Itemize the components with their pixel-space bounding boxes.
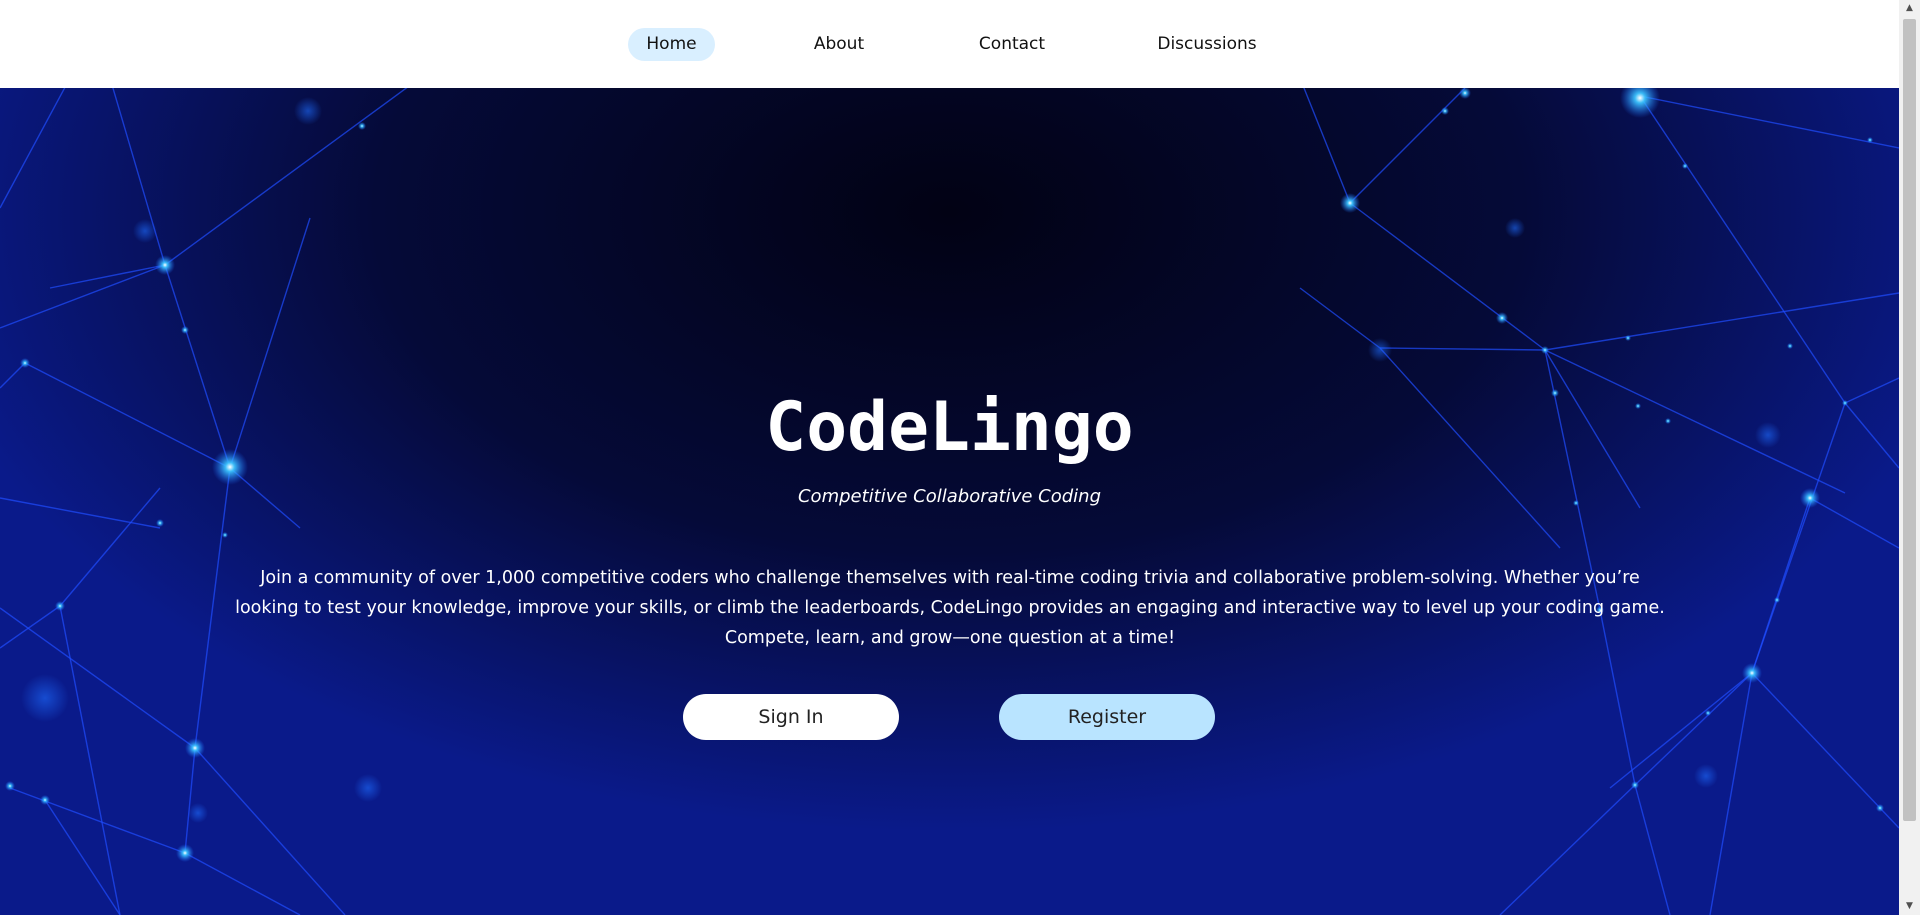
- scroll-up-arrow-icon[interactable]: ▲: [1899, 0, 1920, 17]
- top-navbar: Home About Contact Discussions: [0, 0, 1899, 88]
- scroll-down-arrow-icon[interactable]: ▼: [1899, 898, 1920, 915]
- hero-content: CodeLingo Competitive Collaborative Codi…: [0, 88, 1899, 915]
- nav-discussions-link[interactable]: Discussions: [1151, 28, 1263, 61]
- sign-in-button[interactable]: Sign In: [683, 694, 899, 740]
- nav-contact-link[interactable]: Contact: [967, 28, 1057, 61]
- app-title: CodeLingo: [765, 388, 1134, 467]
- hero-section: CodeLingo Competitive Collaborative Codi…: [0, 88, 1899, 915]
- register-button[interactable]: Register: [999, 694, 1215, 740]
- nav-about-link[interactable]: About: [800, 28, 878, 61]
- app-subtitle: Competitive Collaborative Coding: [797, 486, 1101, 507]
- vertical-scrollbar[interactable]: ▲ ▼: [1899, 0, 1920, 915]
- app-description: Join a community of over 1,000 competiti…: [235, 568, 1665, 648]
- nav-home-link[interactable]: Home: [628, 28, 715, 61]
- scrollbar-thumb[interactable]: [1903, 19, 1916, 821]
